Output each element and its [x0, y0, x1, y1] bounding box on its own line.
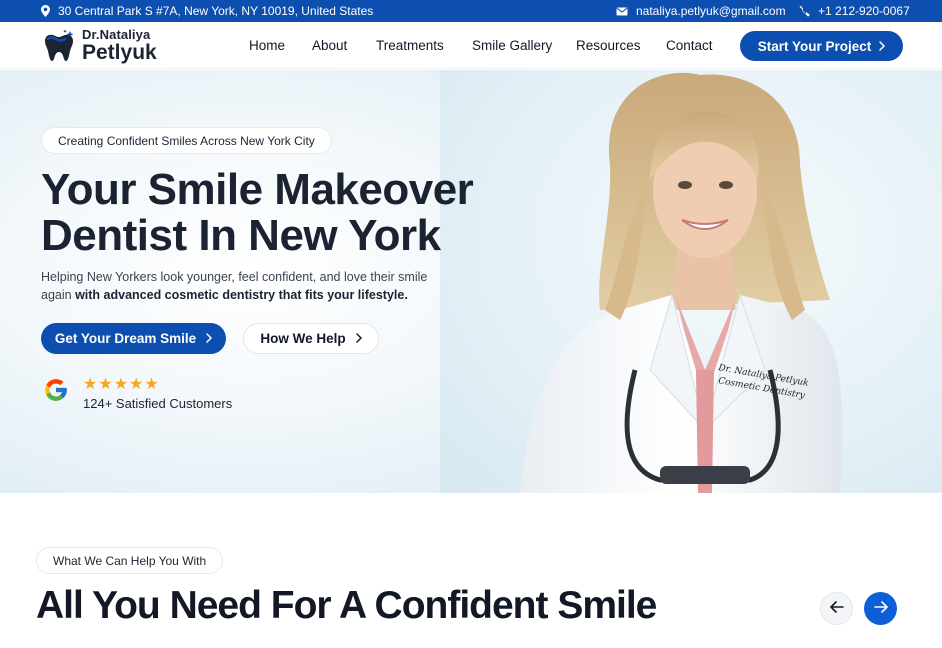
email-text: nataliya.petlyuk@gmail.com [636, 4, 786, 18]
star-icon: ★ [113, 376, 130, 393]
chevron-right-icon [879, 39, 886, 54]
arrow-left-icon [829, 600, 844, 618]
hero-subtitle-bold: with advanced cosmetic dentistry that fi… [75, 288, 408, 302]
dentist-portrait: Dr. Nataliya Petlyuk Cosmetic Dentistry [500, 70, 942, 493]
arrow-right-icon [873, 600, 888, 618]
get-dream-smile-button[interactable]: Get Your Dream Smile [41, 323, 226, 354]
location-pin-icon [41, 5, 50, 17]
section-title: All You Need For A Confident Smile [36, 584, 657, 627]
hero-badge-text: Creating Confident Smiles Across New Yor… [58, 133, 315, 148]
address-text: 30 Central Park S #7A, New York, NY 1001… [58, 4, 374, 18]
get-dream-smile-label: Get Your Dream Smile [54, 331, 197, 346]
phone-text: +1 212-920-0067 [818, 4, 910, 18]
chevron-right-icon [355, 331, 362, 346]
nav-item-treatments[interactable]: Treatments [376, 38, 444, 53]
google-icon [43, 377, 69, 408]
section-badge-text: What We Can Help You With [53, 553, 207, 568]
phone-icon [799, 5, 810, 17]
nav-item-about[interactable]: About [312, 38, 347, 53]
site-logo[interactable]: Dr.Nataliya Petlyuk [41, 28, 157, 63]
rating-stars: ★★★★★ [83, 374, 232, 394]
hero-section: Creating Confident Smiles Across New Yor… [0, 70, 942, 493]
address-item[interactable]: 30 Central Park S #7A, New York, NY 1001… [41, 4, 373, 18]
mail-icon [616, 7, 628, 16]
hero-badge: Creating Confident Smiles Across New Yor… [41, 127, 332, 154]
logo-name-line2: Petlyuk [82, 41, 157, 64]
hero-title: Your Smile Makeover Dentist In New York [41, 167, 511, 259]
carousel-prev-button[interactable] [820, 592, 853, 625]
top-contact-bar: 30 Central Park S #7A, New York, NY 1001… [0, 0, 942, 22]
email-item[interactable]: nataliya.petlyuk@gmail.com [616, 4, 786, 18]
tooth-logo-icon [41, 29, 77, 63]
how-we-help-button[interactable]: How We Help [243, 323, 379, 354]
section-badge: What We Can Help You With [36, 547, 224, 574]
start-project-label: Start Your Project [757, 38, 872, 54]
how-we-help-label: How We Help [260, 331, 346, 346]
hero-subtitle: Helping New Yorkers look younger, feel c… [41, 268, 461, 304]
nav-item-smile-gallery[interactable]: Smile Gallery [472, 38, 552, 53]
logo-name-line1: Dr.Nataliya [82, 27, 151, 42]
star-icon: ★ [98, 376, 114, 393]
nav-item-contact[interactable]: Contact [666, 38, 713, 53]
star-icon: ★ [144, 376, 160, 393]
google-review-summary[interactable]: ★★★★★ 124+ Satisfied Customers [43, 374, 232, 411]
star-icon: ★ [83, 376, 99, 393]
review-count-text: 124+ Satisfied Customers [83, 396, 233, 411]
hero-title-line1: Your Smile Makeover [41, 165, 474, 214]
phone-item[interactable]: +1 212-920-0067 [799, 4, 910, 18]
carousel-next-button[interactable] [864, 592, 897, 625]
site-header: Dr.Nataliya Petlyuk Home About Treatment… [0, 22, 942, 69]
nav-item-home[interactable]: Home [249, 38, 285, 53]
nav-item-resources[interactable]: Resources [576, 38, 641, 53]
hero-title-line2: Dentist In New York [41, 211, 441, 260]
start-project-button[interactable]: Start Your Project [740, 31, 903, 61]
star-icon: ★ [129, 376, 145, 393]
chevron-right-icon [206, 331, 213, 346]
